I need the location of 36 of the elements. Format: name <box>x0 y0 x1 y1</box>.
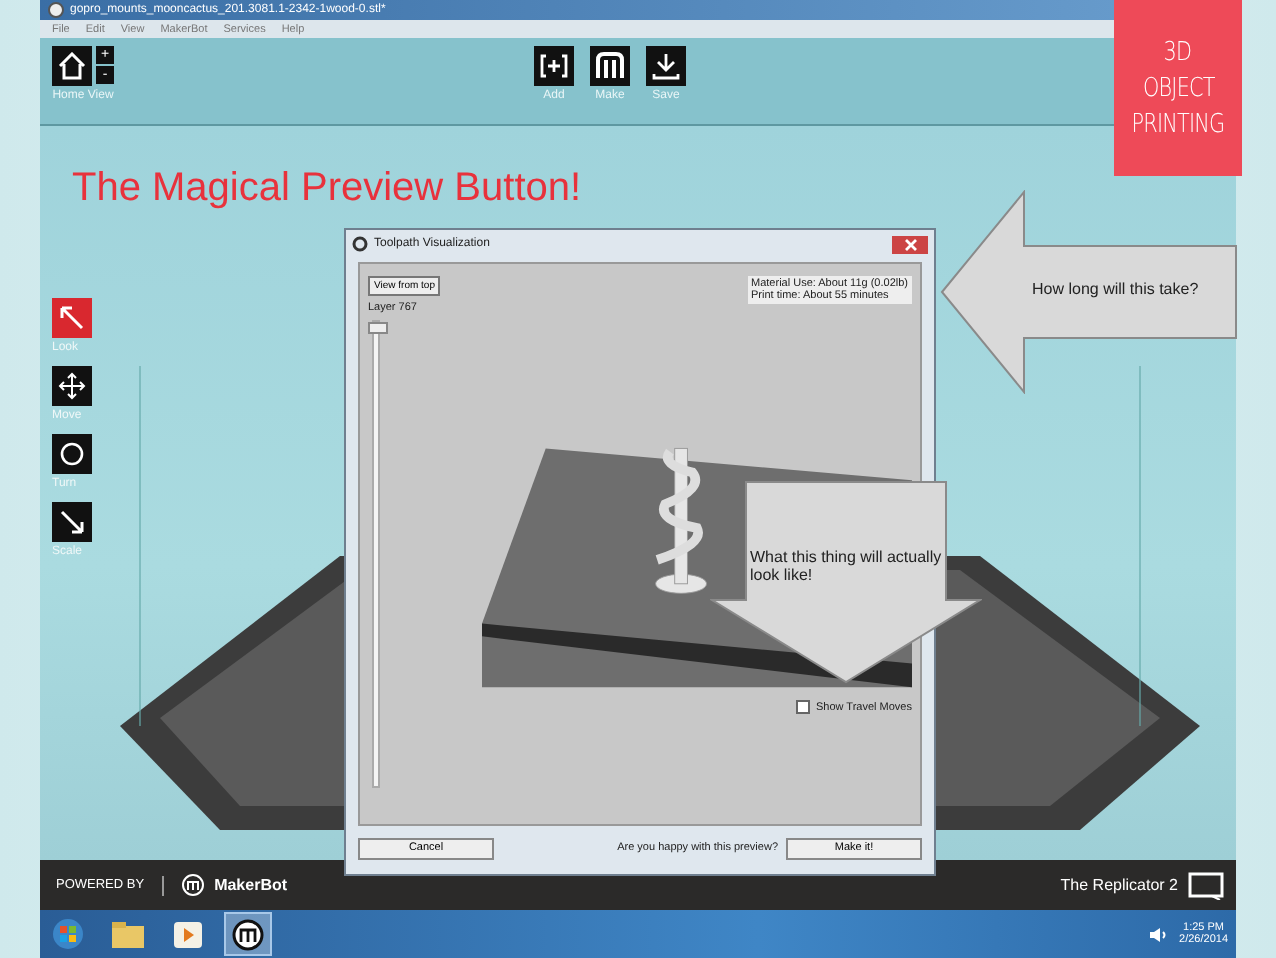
home-button[interactable] <box>52 46 92 86</box>
travel-checkbox[interactable] <box>796 700 810 714</box>
download-icon <box>650 50 682 82</box>
bracket-plus-icon <box>538 50 570 82</box>
add-button[interactable] <box>534 46 574 86</box>
tool-button[interactable] <box>52 366 92 406</box>
move-arrows-icon <box>56 370 88 402</box>
close-button[interactable] <box>892 235 928 253</box>
arrow-icon <box>56 302 88 334</box>
app-icon <box>48 2 64 18</box>
ribbon-text: PRINTING <box>1131 109 1225 139</box>
callout-text: What this thing will actually look like! <box>750 548 944 584</box>
printer-name: The Replicator 2 <box>1060 876 1178 894</box>
slider-thumb[interactable] <box>368 322 388 334</box>
slide-heading: The Magical Preview Button! <box>72 166 582 212</box>
windows-logo-icon <box>52 918 84 950</box>
ribbon-text: 3D <box>1164 37 1192 67</box>
circle-icon <box>56 438 88 470</box>
tool-button[interactable] <box>52 434 92 474</box>
speaker-icon <box>1147 925 1168 943</box>
taskbar-button[interactable] <box>224 912 272 956</box>
m-logo-icon <box>230 917 266 951</box>
brand-name: MakerBot <box>214 876 288 894</box>
close-icon <box>903 237 917 251</box>
m-logo-icon <box>594 50 626 82</box>
monitor-icon <box>1188 871 1224 899</box>
callout-text: How long will this take? <box>1032 280 1199 298</box>
tool-button[interactable] <box>52 502 92 542</box>
save-button[interactable] <box>646 46 686 86</box>
house-icon <box>58 52 86 80</box>
m-logo-icon <box>182 874 205 896</box>
make-button[interactable] <box>590 46 630 86</box>
diagonal-arrow-icon <box>56 506 88 538</box>
ribbon-text: OBJECT <box>1142 73 1214 103</box>
play-icon <box>170 917 206 951</box>
folder-icon <box>110 917 146 951</box>
